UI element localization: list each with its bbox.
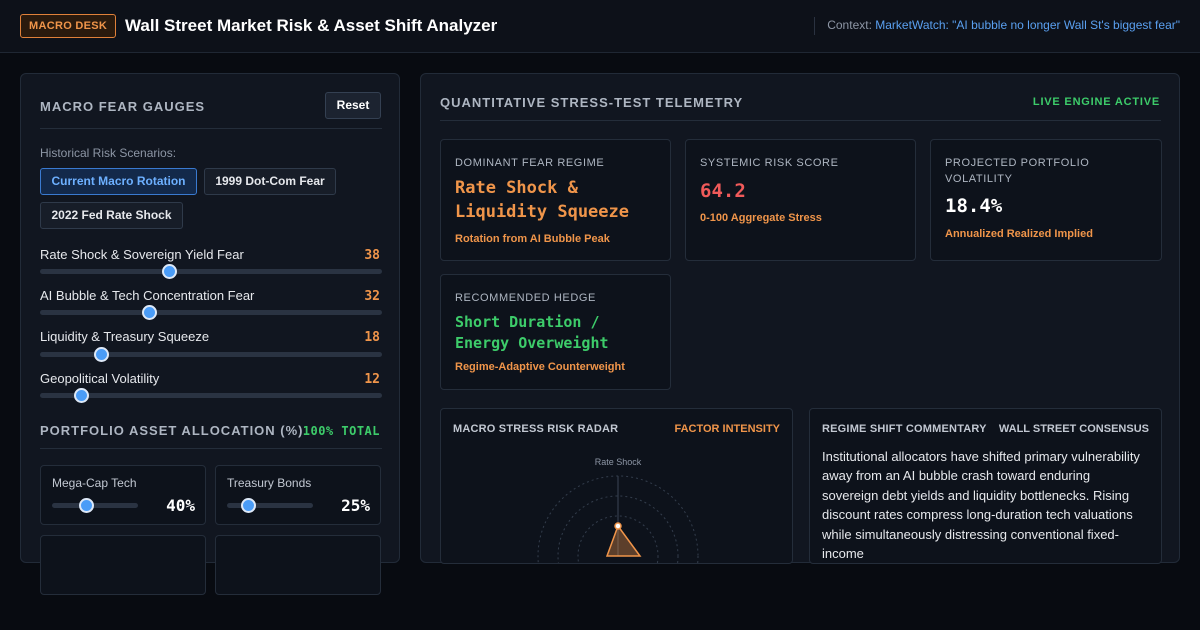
context-bar: Context: MarketWatch: "AI bubble no long… <box>814 17 1180 35</box>
gauge-value-liquidity: 18 <box>364 330 380 345</box>
allocation-value: 25% <box>341 496 370 515</box>
slider-thumb[interactable] <box>162 264 178 279</box>
metric-label: PROJECTED PORTFOLIO VOLATILITY <box>945 155 1151 187</box>
gauge-slider-liquidity[interactable] <box>40 347 382 362</box>
divider <box>440 120 1161 121</box>
scenario-2022-fed-rate-shock[interactable]: 2022 Fed Rate Shock <box>40 202 183 229</box>
allocation-title: PORTFOLIO ASSET ALLOCATION (%) <box>40 423 304 438</box>
slider-thumb[interactable] <box>78 498 94 513</box>
allocation-card-treasury-bonds: Treasury Bonds 25% <box>215 465 381 525</box>
metric-label-line: PROJECTED PORTFOLIO <box>945 157 1090 169</box>
allocation-value: 40% <box>166 496 195 515</box>
commentary-text: Institutional allocators have shifted pr… <box>822 449 1140 562</box>
panel-title: QUANTITATIVE STRESS-TEST TELEMETRY <box>440 95 744 110</box>
gauge-value-geopolitical: 12 <box>364 372 380 387</box>
metric-subtext: Annualized Realized Implied <box>945 228 1093 240</box>
live-status-badge: LIVE ENGINE ACTIVE <box>1032 96 1160 108</box>
radar-shape <box>605 524 642 557</box>
gauge-label-liquidity: Liquidity & Treasury Squeeze <box>40 329 210 344</box>
commentary-tag: WALL STREET CONSENSUS <box>998 423 1149 435</box>
risk-radar-chart: Rate Shock <box>537 457 699 563</box>
metric-label: RECOMMENDED HEDGE <box>455 292 596 304</box>
metric-card-volatility: PROJECTED PORTFOLIO VOLATILITY 18.4% Ann… <box>930 139 1162 261</box>
metric-value-line: Energy Overweight <box>455 334 609 352</box>
allocation-name: Mega-Cap Tech <box>52 476 137 490</box>
metric-value: 18.4% <box>945 195 1003 217</box>
gauge-slider-ai-bubble[interactable] <box>40 305 382 320</box>
metric-subtext: Rotation from AI Bubble Peak <box>455 233 610 245</box>
allocation-slider-treasury-bonds[interactable] <box>227 498 313 513</box>
metric-value-line: Rate Shock & <box>455 178 578 198</box>
metric-value-line: Short Duration / <box>455 313 600 331</box>
gauge-label-rate-shock: Rate Shock & Sovereign Yield Fear <box>40 247 244 262</box>
panel-title: MACRO FEAR GAUGES <box>40 99 206 114</box>
divider <box>40 128 382 129</box>
metric-subtext: 0-100 Aggregate Stress <box>700 212 822 224</box>
metric-value: 64.2 <box>700 180 746 202</box>
allocation-card <box>40 535 206 595</box>
gauge-slider-geopolitical[interactable] <box>40 388 382 403</box>
allocation-total: 100% TOTAL <box>302 424 380 438</box>
macro-fear-gauges-panel: MACRO FEAR GAUGES Reset Historical Risk … <box>20 73 400 595</box>
radar-axis-label: Rate Shock <box>595 457 642 467</box>
metric-value-line: Liquidity Squeeze <box>455 202 629 222</box>
radar-point[interactable] <box>614 522 622 530</box>
app-title: Wall Street Market Risk & Asset Shift An… <box>125 16 498 35</box>
divider <box>40 448 382 449</box>
allocation-slider-mega-cap-tech[interactable] <box>52 498 138 513</box>
allocation-name: Treasury Bonds <box>227 476 312 490</box>
metric-card-fear-regime: DOMINANT FEAR REGIME Rate Shock & Liquid… <box>440 139 671 261</box>
metric-label-line: VOLATILITY <box>945 173 1013 185</box>
scenario-1999-dot-com-fear[interactable]: 1999 Dot-Com Fear <box>204 168 336 195</box>
stress-test-telemetry-panel: QUANTITATIVE STRESS-TEST TELEMETRY LIVE … <box>420 73 1180 564</box>
metric-card-systemic-risk: SYSTEMIC RISK SCORE 64.2 0-100 Aggregate… <box>685 139 916 261</box>
context-source-link[interactable]: MarketWatch: "AI bubble no longer Wall S… <box>875 18 1180 32</box>
metric-label: SYSTEMIC RISK SCORE <box>700 157 839 169</box>
context-label: Context: <box>827 18 872 32</box>
gauge-value-rate-shock: 38 <box>364 248 380 263</box>
app-header: MACRO DESK Wall Street Market Risk & Ass… <box>0 0 1200 53</box>
risk-radar-card: MACRO STRESS RISK RADAR FACTOR INTENSITY… <box>440 408 793 564</box>
metric-label: DOMINANT FEAR REGIME <box>455 157 605 169</box>
slider-thumb[interactable] <box>94 347 110 362</box>
scenarios-label: Historical Risk Scenarios: <box>40 146 177 160</box>
regime-commentary-card: REGIME SHIFT COMMENTARY WALL STREET CONS… <box>809 408 1162 564</box>
metric-subtext: Regime-Adaptive Counterweight <box>455 361 625 373</box>
slider-thumb[interactable] <box>141 305 157 320</box>
scenario-current-macro-rotation[interactable]: Current Macro Rotation <box>40 168 197 195</box>
gauge-label-geopolitical: Geopolitical Volatility <box>40 371 160 386</box>
commentary-title: REGIME SHIFT COMMENTARY <box>822 423 987 435</box>
metric-card-recommended-hedge: RECOMMENDED HEDGE Short Duration / Energ… <box>440 274 671 390</box>
gauge-label-ai-bubble: AI Bubble & Tech Concentration Fear <box>40 288 255 303</box>
gauge-slider-rate-shock[interactable] <box>40 264 382 279</box>
reset-button[interactable]: Reset <box>325 92 381 119</box>
slider-thumb[interactable] <box>73 388 89 403</box>
gauge-value-ai-bubble: 32 <box>364 289 380 304</box>
allocation-card <box>215 535 381 595</box>
allocation-card-mega-cap-tech: Mega-Cap Tech 40% <box>40 465 206 525</box>
slider-thumb[interactable] <box>241 498 256 513</box>
macro-desk-badge: MACRO DESK <box>20 14 117 38</box>
